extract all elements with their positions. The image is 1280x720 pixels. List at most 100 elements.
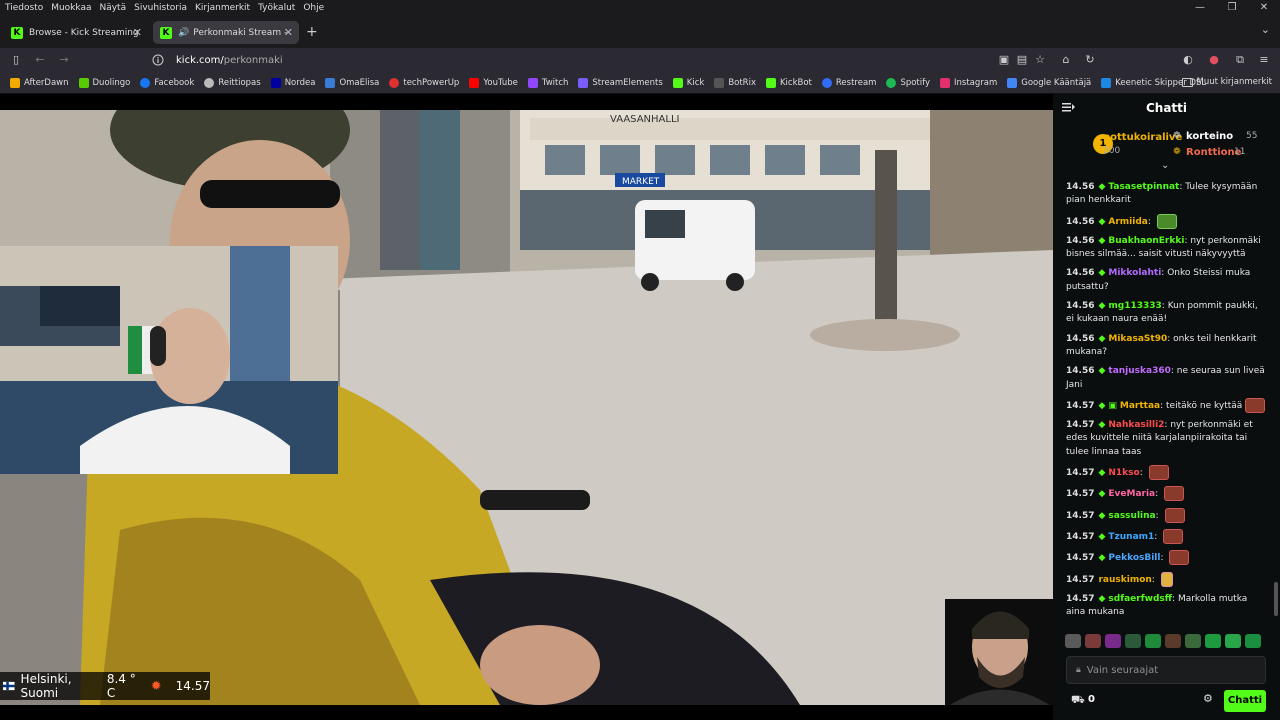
forward-icon[interactable]: → bbox=[56, 52, 72, 68]
close-tab-icon[interactable]: ✕ bbox=[133, 26, 142, 39]
menu-item-bookmarks[interactable]: Kirjanmerkit bbox=[195, 3, 250, 13]
chat-username[interactable]: Tzunam1 bbox=[1108, 532, 1154, 542]
quick-emote-row bbox=[1065, 634, 1275, 652]
chat-username[interactable]: N1kso bbox=[1108, 468, 1139, 478]
video-player[interactable]: VAASANHALLI MARKET Helsinki, Suomi 8.4 °… bbox=[0, 94, 1053, 720]
emote-icon[interactable] bbox=[1185, 634, 1201, 648]
send-chat-button[interactable]: Chatti bbox=[1224, 690, 1266, 712]
chat-message: 14.57 ◆ Tzunam1: bbox=[1053, 526, 1273, 547]
emote-icon[interactable] bbox=[1245, 634, 1261, 648]
close-tab-icon[interactable]: ✕ bbox=[284, 26, 293, 39]
menu-item-tools[interactable]: Työkalut bbox=[258, 3, 295, 13]
emote-icon[interactable] bbox=[1105, 634, 1121, 648]
bookmark-youtube[interactable]: YouTube bbox=[469, 77, 518, 88]
menu-item-edit[interactable]: Muokkaa bbox=[51, 3, 91, 13]
picture-in-picture-icon[interactable]: ▣ bbox=[996, 52, 1012, 68]
menu-item-view[interactable]: Näytä bbox=[99, 3, 126, 13]
sidebar-icon[interactable]: ▯ bbox=[8, 52, 24, 68]
new-tab-icon[interactable]: + bbox=[306, 24, 318, 40]
chat-username[interactable]: Mikkolahti bbox=[1108, 268, 1161, 278]
chat-title: Chatti bbox=[1145, 101, 1188, 115]
speaker-icon[interactable]: 🔊 bbox=[178, 28, 189, 38]
kick-favicon-icon: K bbox=[11, 26, 23, 39]
chat-username[interactable]: PekkosBill bbox=[1108, 553, 1160, 563]
close-window-icon[interactable]: ✕ bbox=[1248, 0, 1280, 16]
emote-icon bbox=[1164, 486, 1185, 502]
emote-icon bbox=[1163, 528, 1184, 544]
emote-icon[interactable] bbox=[1125, 634, 1141, 648]
chat-message-input[interactable]: 🔒︎ Vain seuraajat bbox=[1066, 656, 1266, 684]
chat-username[interactable]: tanjuska360 bbox=[1108, 366, 1170, 376]
menu-item-history[interactable]: Sivuhistoria bbox=[134, 3, 187, 13]
extension-dark-icon[interactable]: ◐ bbox=[1180, 52, 1196, 68]
location-weather-bar: Helsinki, Suomi 8.4 ° C ✹ 14.57 bbox=[0, 672, 210, 700]
tab-browse-kick[interactable]: K Browse - Kick Streaming ✕ bbox=[4, 21, 148, 44]
reader-view-icon[interactable]: ▤ bbox=[1014, 52, 1030, 68]
bookmark-duolingo[interactable]: Duolingo bbox=[78, 77, 130, 88]
chat-scrollbar[interactable] bbox=[1274, 582, 1278, 616]
chat-username[interactable]: sdfaerfwdsff bbox=[1108, 594, 1172, 604]
menu-item-help[interactable]: Ohje bbox=[303, 3, 324, 13]
menu-item-file[interactable]: Tiedosto bbox=[5, 3, 43, 13]
bookmark-botrix[interactable]: BotRix bbox=[714, 77, 756, 88]
chat-username[interactable]: rauskimon bbox=[1098, 575, 1151, 585]
chat-username[interactable]: sassulina bbox=[1108, 511, 1155, 521]
leader-name[interactable]: pottukoiralive bbox=[1103, 132, 1182, 143]
expand-leaderboard-icon[interactable]: ⌄ bbox=[1161, 160, 1169, 171]
bookmark-google-translate[interactable]: Google Kääntäjä bbox=[1007, 77, 1091, 88]
tab-perkonmaki-stream[interactable]: K 🔊 Perkonmaki Stream - Watch ✕ bbox=[153, 21, 299, 44]
bookmark-facebook[interactable]: Facebook bbox=[140, 77, 194, 88]
cart-icon[interactable]: ⛟ bbox=[1071, 693, 1085, 708]
bookmark-nordea[interactable]: Nordea bbox=[270, 77, 315, 88]
chat-username[interactable]: MikasaSt90 bbox=[1108, 334, 1167, 344]
emote-icon[interactable] bbox=[1165, 634, 1181, 648]
restore-icon[interactable]: ❐ bbox=[1216, 0, 1248, 16]
address-bar[interactable]: kick.com/ perkonmaki bbox=[152, 50, 1052, 70]
bookmark-instagram[interactable]: Instagram bbox=[940, 77, 997, 88]
settings-gear-icon[interactable]: ⚙ bbox=[1203, 692, 1213, 705]
bookmark-twitch[interactable]: Twitch bbox=[527, 77, 568, 88]
bookmark-star-icon[interactable]: ☆ bbox=[1032, 52, 1048, 68]
chat-username[interactable]: BuakhaonErkki bbox=[1108, 236, 1184, 246]
bookmark-reittiopas[interactable]: Reittiopas bbox=[204, 77, 261, 88]
duolingo-icon bbox=[78, 77, 89, 88]
chat-username[interactable]: Armiida bbox=[1108, 217, 1147, 227]
chat-username[interactable]: Tasasetpinnat bbox=[1108, 182, 1179, 192]
reload-icon[interactable]: ↻ bbox=[1082, 52, 1098, 68]
bookmark-omaelisa[interactable]: OmaElisa bbox=[325, 77, 379, 88]
chat-username[interactable]: Nahkasilli2 bbox=[1108, 420, 1164, 430]
minimize-icon[interactable]: — bbox=[1184, 0, 1216, 16]
sub-badge-icon: ◆ bbox=[1098, 268, 1106, 279]
chat-message: 14.57 ◆ Nahkasilli2: nyt perkonmäki et ede… bbox=[1066, 420, 1253, 457]
chat-message: 14.56 ◆ Mikkolahti: Onko Steissi muka puts… bbox=[1066, 268, 1251, 292]
site-info-icon[interactable] bbox=[152, 54, 164, 66]
emote-icon[interactable] bbox=[1065, 634, 1081, 648]
leader-name[interactable]: korteino bbox=[1186, 131, 1233, 142]
back-icon[interactable]: ← bbox=[32, 52, 48, 68]
sub-badge-icon: ◆ bbox=[1098, 593, 1106, 604]
bookmark-afterdawn[interactable]: AfterDawn bbox=[10, 77, 69, 88]
emote-icon bbox=[1148, 465, 1169, 481]
bookmark-spotify[interactable]: Spotify bbox=[886, 77, 930, 88]
emote-icon[interactable] bbox=[1145, 634, 1161, 648]
chat-username[interactable]: Marttaa bbox=[1120, 401, 1160, 411]
extensions-icon[interactable]: ⧉ bbox=[1232, 52, 1248, 68]
chat-username[interactable]: mg113333 bbox=[1108, 301, 1161, 311]
bookmark-restream[interactable]: Restream bbox=[821, 77, 876, 88]
emote-icon[interactable] bbox=[1085, 634, 1101, 648]
gift-badge-icon: ▣ bbox=[1108, 400, 1117, 411]
extension-badge-icon[interactable]: ● bbox=[1206, 52, 1222, 68]
other-bookmarks[interactable]: Muut kirjanmerkit bbox=[1181, 77, 1272, 87]
bookmark-kick[interactable]: Kick bbox=[672, 77, 704, 88]
emote-icon[interactable] bbox=[1225, 634, 1241, 648]
chat-username[interactable]: EveMaria bbox=[1108, 489, 1155, 499]
chat-message: 14.57 rauskimon: bbox=[1053, 569, 1273, 590]
bookmark-kickbot[interactable]: KickBot bbox=[765, 77, 812, 88]
emote-icon[interactable] bbox=[1205, 634, 1221, 648]
home-icon[interactable]: ⌂ bbox=[1058, 52, 1074, 68]
list-tabs-icon[interactable]: ⌄ bbox=[1261, 23, 1270, 36]
app-menu-icon[interactable]: ≡ bbox=[1256, 52, 1272, 68]
location-text: Helsinki, Suomi bbox=[20, 672, 72, 700]
bookmark-streamelements[interactable]: StreamElements bbox=[578, 77, 663, 88]
bookmark-techpowerup[interactable]: techPowerUp bbox=[389, 77, 459, 88]
